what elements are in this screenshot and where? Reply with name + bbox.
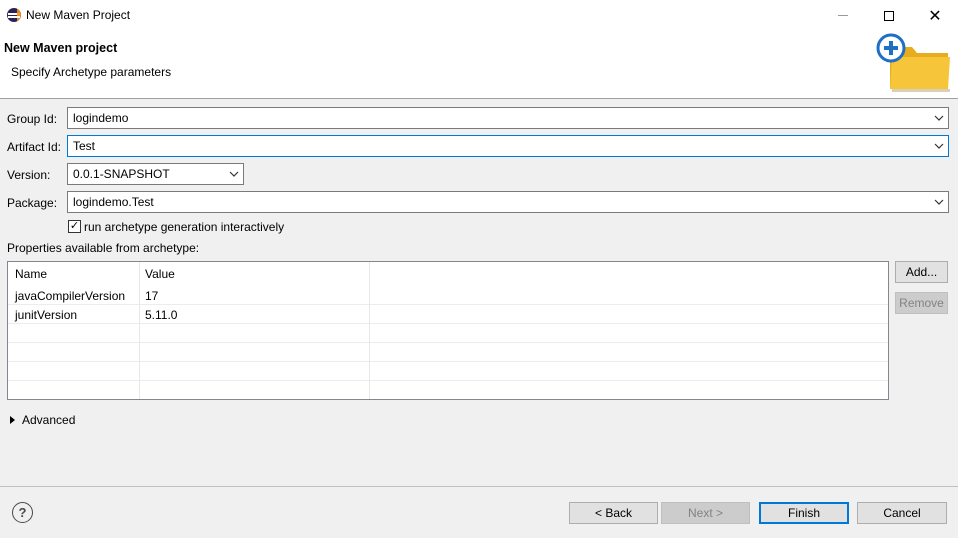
interactive-checkbox[interactable]: ✓ [68, 220, 81, 233]
group-id-combo[interactable]: logindemo [67, 107, 949, 129]
chevron-down-icon[interactable] [225, 164, 243, 184]
package-combo[interactable]: logindemo.Test [67, 191, 949, 213]
version-combo[interactable]: 0.0.1-SNAPSHOT [67, 163, 244, 185]
group-id-value: logindemo [73, 111, 129, 125]
version-label: Version: [7, 168, 51, 182]
table-row-value[interactable]: 5.11.0 [145, 308, 177, 322]
back-button[interactable]: < Back [569, 502, 658, 524]
table-row-value[interactable]: 17 [145, 289, 158, 303]
finish-button[interactable]: Finish [759, 502, 849, 524]
close-button[interactable]: ✕ [912, 0, 958, 31]
package-value: logindemo.Test [73, 195, 154, 209]
maximize-icon [884, 10, 894, 21]
group-id-label: Group Id: [7, 112, 58, 126]
properties-label: Properties available from archetype: [7, 241, 200, 255]
minimize-icon [838, 15, 848, 16]
advanced-section-toggle[interactable]: Advanced [22, 413, 75, 427]
next-button[interactable]: Next > [661, 502, 750, 524]
chevron-down-icon[interactable] [930, 136, 948, 156]
page-subtitle: Specify Archetype parameters [11, 65, 172, 79]
table-row-name[interactable]: javaCompilerVersion [15, 289, 125, 303]
table-row-name[interactable]: junitVersion [15, 308, 77, 322]
check-icon: ✓ [69, 220, 80, 232]
version-value: 0.0.1-SNAPSHOT [73, 167, 170, 181]
new-maven-folder-icon [876, 33, 950, 92]
package-label: Package: [7, 196, 58, 210]
remove-button[interactable]: Remove [895, 292, 948, 314]
expand-arrow-icon[interactable] [10, 416, 15, 424]
wizard-header: New Maven project Specify Archetype para… [0, 31, 958, 98]
maximize-button[interactable] [866, 0, 912, 31]
interactive-label[interactable]: run archetype generation interactively [84, 220, 284, 234]
title-bar: New Maven Project ✕ [0, 0, 958, 31]
artifact-id-value: Test [73, 139, 96, 153]
footer-separator [0, 486, 958, 487]
cancel-button[interactable]: Cancel [857, 502, 947, 524]
window-title: New Maven Project [26, 8, 131, 22]
minimize-button[interactable] [820, 0, 866, 31]
chevron-down-icon[interactable] [930, 192, 948, 212]
help-icon[interactable]: ? [12, 502, 33, 523]
add-button[interactable]: Add... [895, 261, 948, 283]
artifact-id-combo[interactable]: Test [67, 135, 949, 157]
column-header-name[interactable]: Name [15, 267, 47, 281]
header-separator [0, 98, 958, 99]
eclipse-icon [7, 8, 21, 22]
column-header-value[interactable]: Value [145, 267, 175, 281]
close-icon: ✕ [928, 7, 942, 25]
artifact-id-label: Artifact Id: [7, 140, 62, 154]
page-title: New Maven project [4, 41, 118, 55]
chevron-down-icon[interactable] [930, 108, 948, 128]
properties-table[interactable]: Name Value javaCompilerVersion 17 junitV… [7, 261, 889, 400]
